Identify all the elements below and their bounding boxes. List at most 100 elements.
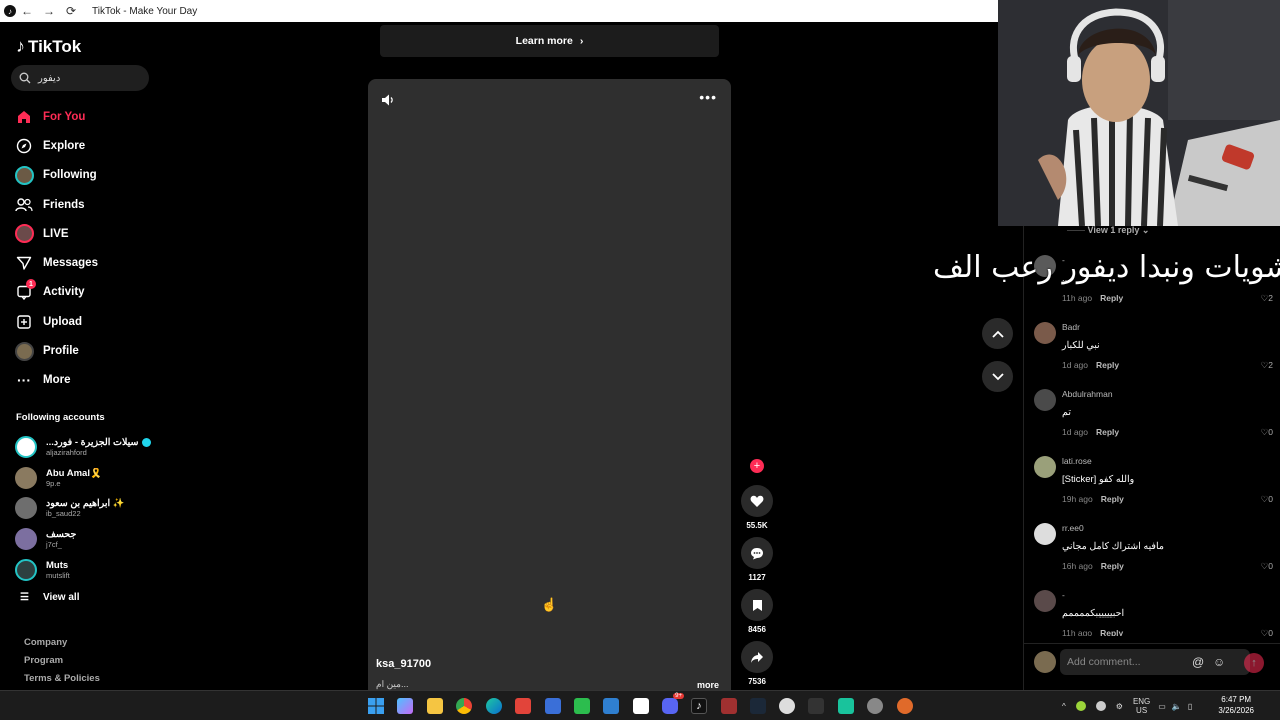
reply-button[interactable]: Reply: [1100, 293, 1123, 303]
nav-friends[interactable]: Friends: [14, 190, 154, 219]
refresh-icon[interactable]: ⟳: [60, 0, 82, 22]
app-icon[interactable]: [515, 698, 531, 714]
comment-like-button[interactable]: ♡0: [1261, 494, 1273, 505]
comment-like-button[interactable]: ♡0: [1261, 628, 1273, 636]
tray-app-icon[interactable]: [1075, 701, 1086, 711]
comment-item: - احبيييييبكممممم 11h ago Reply ♡0: [1034, 590, 1274, 636]
mention-icon[interactable]: @: [1192, 655, 1204, 669]
nav-messages[interactable]: Messages: [14, 248, 154, 277]
view-all-button[interactable]: ☰ View all: [20, 592, 79, 603]
clock[interactable]: 6:47 PM 3/26/2026: [1218, 694, 1254, 716]
comment-user[interactable]: lati.rose: [1062, 456, 1092, 466]
app-icon[interactable]: [808, 698, 824, 714]
window-title: TikTok - Make Your Day: [92, 5, 198, 17]
app-icon[interactable]: [867, 698, 883, 714]
following-account[interactable]: Muts mutslift: [15, 554, 155, 585]
comment-input[interactable]: Add comment... @ ☺: [1060, 649, 1250, 675]
nav-upload[interactable]: Upload: [14, 307, 154, 336]
comment-time: 1d ago: [1062, 427, 1088, 437]
next-video-button[interactable]: [982, 361, 1013, 392]
app-icon[interactable]: [838, 698, 854, 714]
following-account[interactable]: جحسف j7cf_: [15, 524, 155, 555]
avatar[interactable]: [1034, 456, 1056, 478]
chevron-up-icon[interactable]: ^: [1062, 702, 1066, 711]
footer-terms-link[interactable]: Terms & Policies: [24, 670, 100, 688]
copilot-icon[interactable]: [397, 698, 413, 714]
comment-user[interactable]: Badr: [1062, 322, 1080, 332]
avatar[interactable]: [1034, 523, 1056, 545]
learn-more-button[interactable]: Learn more ›: [380, 25, 719, 57]
nav-live[interactable]: LIVE: [14, 219, 154, 248]
app-icon[interactable]: [721, 698, 737, 714]
battery-icon[interactable]: ▯: [1188, 702, 1192, 711]
following-account[interactable]: ابراهيم بن سعود ✨ ib_saud22: [15, 493, 155, 524]
nav-activity[interactable]: 1 Activity: [14, 278, 154, 307]
compass-icon: [14, 136, 34, 156]
comment-button[interactable]: 1127: [741, 537, 773, 582]
screen: ♪ ← → ⟳ TikTok - Make Your Day ♪ TikTok …: [0, 0, 1280, 720]
comment-like-button[interactable]: ♡2: [1261, 360, 1273, 371]
comment-user[interactable]: rr.ee0: [1062, 523, 1084, 533]
more-link[interactable]: more: [697, 680, 719, 690]
language-indicator[interactable]: ENG US: [1133, 697, 1150, 715]
follow-plus-icon[interactable]: +: [750, 459, 764, 473]
avatar[interactable]: [1034, 590, 1056, 612]
avatar: [15, 436, 37, 459]
reply-button[interactable]: Reply: [1096, 360, 1119, 370]
steam-icon[interactable]: [750, 698, 766, 714]
chrome-icon[interactable]: [456, 698, 472, 714]
comment-like-button[interactable]: ♡0: [1261, 427, 1273, 438]
nav-following[interactable]: Following: [14, 161, 154, 190]
store-icon[interactable]: [545, 698, 561, 714]
tiktok-taskbar-icon[interactable]: ♪: [691, 698, 707, 714]
notepad-icon[interactable]: [633, 698, 649, 714]
footer-company-link[interactable]: Company: [24, 634, 100, 652]
comment-like-button[interactable]: ♡2: [1261, 293, 1273, 304]
send-comment-button[interactable]: ↑: [1244, 653, 1264, 673]
nav-for-you[interactable]: For You: [14, 102, 154, 131]
comment-like-button[interactable]: ♡0: [1261, 561, 1273, 572]
app-icon[interactable]: [574, 698, 590, 714]
forward-arrow-icon[interactable]: →: [38, 0, 60, 22]
share-button[interactable]: 7536: [741, 641, 773, 686]
save-button[interactable]: 8456: [741, 589, 773, 634]
windows-start-icon[interactable]: [368, 698, 384, 714]
video-author[interactable]: ksa_91700: [376, 658, 431, 670]
like-button[interactable]: 55.5K: [741, 485, 773, 530]
avatar[interactable]: [1034, 322, 1056, 344]
file-explorer-icon[interactable]: [427, 698, 443, 714]
comment-user[interactable]: -: [1062, 590, 1065, 600]
previous-video-button[interactable]: [982, 318, 1013, 349]
following-account[interactable]: ...سيلات الجزيرة - فورد aljazirahford: [15, 432, 155, 463]
comment-user[interactable]: Abdulrahman: [1062, 389, 1113, 399]
discord-icon[interactable]: 9+: [662, 693, 684, 714]
nav-profile[interactable]: Profile: [14, 336, 154, 365]
nav-more[interactable]: ··· More: [14, 366, 154, 395]
search-input[interactable]: ديفور: [11, 65, 149, 91]
volume-icon[interactable]: 🔈: [1172, 702, 1182, 711]
avatar[interactable]: [1034, 389, 1056, 411]
volume-icon[interactable]: [381, 93, 395, 110]
back-arrow-icon[interactable]: ←: [16, 0, 38, 22]
view-replies-button[interactable]: —— View 1 reply ⌄: [1067, 225, 1149, 236]
reply-button[interactable]: Reply: [1101, 494, 1124, 504]
settings-gear-icon[interactable]: [779, 698, 795, 714]
reply-button[interactable]: Reply: [1096, 427, 1119, 437]
avatar: [15, 528, 37, 551]
reply-button[interactable]: Reply: [1100, 628, 1123, 636]
more-options-icon[interactable]: •••: [699, 89, 717, 105]
nav-label: Activity: [43, 286, 85, 299]
nav-explore[interactable]: Explore: [14, 131, 154, 160]
app-icon[interactable]: [603, 698, 619, 714]
tiktok-logo[interactable]: ♪ TikTok: [16, 36, 81, 57]
following-account[interactable]: Abu Amal🎗️ 9p.e: [15, 463, 155, 494]
tray-app-icon[interactable]: [1095, 701, 1106, 711]
network-icon[interactable]: ▭: [1158, 702, 1166, 711]
reply-button[interactable]: Reply: [1101, 561, 1124, 571]
footer-program-link[interactable]: Program: [24, 652, 100, 670]
app-icon[interactable]: [897, 698, 913, 714]
chevron-up-icon: [991, 330, 1004, 338]
edge-icon[interactable]: [486, 698, 502, 714]
tray-app-icon[interactable]: ⚙: [1116, 702, 1123, 711]
emoji-icon[interactable]: ☺: [1213, 655, 1225, 669]
